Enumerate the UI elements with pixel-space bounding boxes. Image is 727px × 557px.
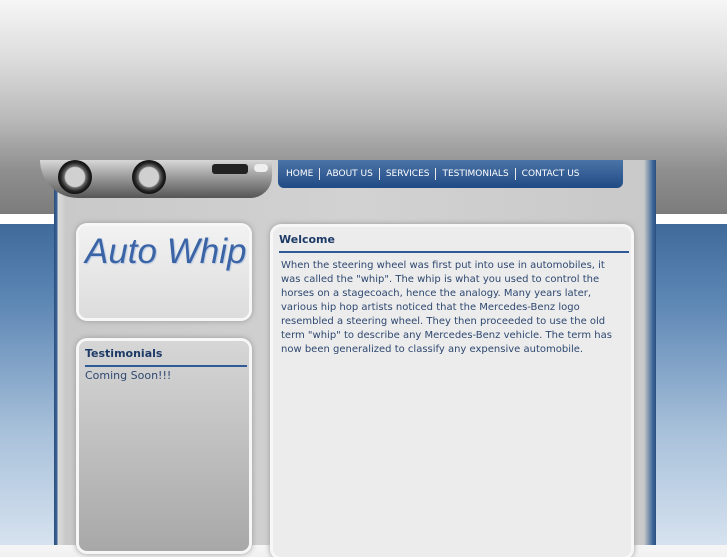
testimonials-heading: Testimonials (85, 347, 247, 367)
logo-panel: Auto Whip (79, 226, 249, 318)
wheel-icon (58, 160, 92, 194)
nav-services[interactable]: SERVICES (378, 168, 436, 180)
nav-about-us[interactable]: ABOUT US (319, 168, 379, 180)
nav-contact-us[interactable]: CONTACT US (514, 168, 586, 180)
testimonials-panel: Testimonials Coming Soon!!! (79, 341, 249, 551)
main-nav: HOME ABOUT US SERVICES TESTIMONIALS CONT… (278, 160, 623, 188)
welcome-body-text: When the steering wheel was first put in… (281, 260, 612, 355)
car-headlight-icon (254, 164, 268, 172)
nav-home[interactable]: HOME (286, 168, 319, 180)
car-banner-image (40, 160, 272, 198)
site-logo[interactable]: Auto Whip (85, 232, 246, 272)
welcome-heading: Welcome (279, 233, 629, 253)
wheel-icon (132, 160, 166, 194)
testimonials-body: Coming Soon!!! (85, 369, 172, 382)
welcome-panel: Welcome When the steering wheel was firs… (273, 227, 631, 557)
nav-testimonials[interactable]: TESTIMONIALS (435, 168, 514, 180)
car-grille-icon (212, 164, 248, 174)
